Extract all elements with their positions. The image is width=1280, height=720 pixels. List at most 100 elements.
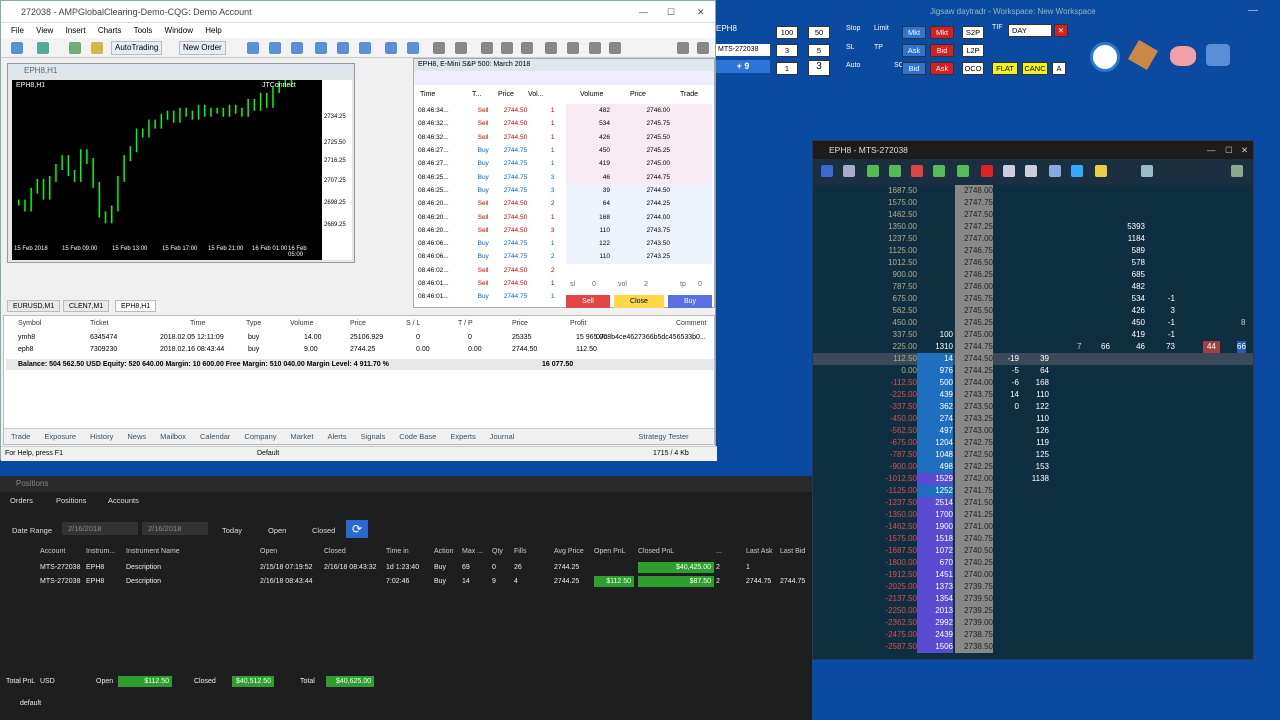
ladder-row[interactable]: 1687.50 2748.00	[813, 185, 1253, 197]
ladder-row[interactable]: -1125.00 1252 2741.75	[813, 485, 1253, 497]
menu-view[interactable]: View	[36, 23, 53, 38]
pen-icon[interactable]	[911, 165, 923, 177]
sl-radio[interactable]: SL	[846, 44, 855, 51]
book-row[interactable]: 110 2743.75	[566, 223, 712, 237]
terminal-tab[interactable]: Signals	[354, 429, 393, 444]
book-row[interactable]: 168 2744.00	[566, 210, 712, 224]
stop-radio[interactable]: Stop	[846, 25, 860, 32]
ladder-row[interactable]: -2587.50 1506 2738.50	[813, 641, 1253, 653]
ladder-row[interactable]: -2250.00 2013 2739.25	[813, 605, 1253, 617]
channel-icon[interactable]	[545, 42, 557, 54]
ladder-row[interactable]: -1462.50 1900 2741.00	[813, 521, 1253, 533]
book-row[interactable]: 534 2745.75	[566, 117, 712, 131]
terminal-tab[interactable]: Alerts	[320, 429, 353, 444]
menu-insert[interactable]: Insert	[66, 23, 86, 38]
maximize-icon[interactable]: ☐	[1225, 141, 1233, 159]
l2p-button[interactable]: L2P	[962, 44, 984, 57]
ladder-row[interactable]: -1012.50 1529 2742.00 1138	[813, 473, 1253, 485]
terminal-tab[interactable]: Code Base	[392, 429, 443, 444]
ladder-row[interactable]: -450.00 274 2743.25 110	[813, 413, 1253, 425]
book-icon[interactable]	[1003, 165, 1015, 177]
positions-col-header[interactable]: ...	[716, 548, 722, 555]
ladder-row[interactable]: -900.00 498 2742.25 153	[813, 461, 1253, 473]
search-icon[interactable]	[677, 42, 689, 54]
close-position-button[interactable]: Close	[614, 295, 664, 308]
positions-col-header[interactable]: Time in	[386, 548, 409, 555]
autotrading-button[interactable]: AutoTrading	[111, 41, 163, 55]
book-trade-cell[interactable]	[672, 157, 712, 170]
ladder-row[interactable]: -1350.00 1700 2741.25	[813, 509, 1253, 521]
terminal-tab[interactable]: Market	[284, 429, 321, 444]
close-icon[interactable]: ✕	[1241, 141, 1248, 159]
menu-charts[interactable]: Charts	[98, 23, 122, 38]
ladder-row[interactable]: 1125.00 2746.75 589	[813, 245, 1253, 257]
tab-positions[interactable]: Positions	[56, 496, 86, 505]
a-button[interactable]: A	[1052, 62, 1066, 75]
minimize-icon[interactable]: —	[1207, 141, 1216, 159]
positions-col-header[interactable]: Open PnL	[594, 548, 626, 555]
columns-icon[interactable]	[1025, 165, 1037, 177]
ladder-row[interactable]: -2025.00 1373 2739.75	[813, 581, 1253, 593]
ladder-row[interactable]: 1350.00 2747.25 5393	[813, 221, 1253, 233]
navigator-icon[interactable]	[69, 42, 81, 54]
tab-eph8[interactable]: EPH8,H1	[115, 300, 157, 312]
ladder-menu-icon[interactable]	[821, 165, 833, 177]
terminal-tab[interactable]: Exposure	[37, 429, 83, 444]
date-from-input[interactable]: 2/16/2018	[62, 522, 138, 535]
book-trade-cell[interactable]	[672, 170, 712, 183]
tab-clen7[interactable]: CLEN7,M1	[63, 300, 110, 312]
book-trade-cell[interactable]	[672, 197, 712, 210]
ladder-rows[interactable]: 1687.50 2748.00 1575.00 2747.75 1462.50 2747.…	[813, 185, 1253, 659]
ladder-row[interactable]: 1462.50 2747.50	[813, 209, 1253, 221]
zoom-out-icon[interactable]	[337, 42, 349, 54]
menu-window[interactable]: Window	[165, 23, 193, 38]
ladder-row[interactable]: 450.00 2745.25 450 -1 8	[813, 317, 1253, 329]
ladder-row[interactable]: 900.00 2746.25 685	[813, 269, 1253, 281]
tp-value[interactable]: 0	[698, 281, 702, 288]
export-icon[interactable]	[957, 165, 969, 177]
tp-radio[interactable]: TP	[874, 44, 883, 51]
green-arrow-icon[interactable]	[867, 165, 879, 177]
horizontal-line-icon[interactable]	[501, 42, 513, 54]
oco-button[interactable]: OCO	[962, 62, 984, 75]
ladder-row[interactable]: 112.50 14 2744.50 -19 39	[813, 353, 1253, 365]
account-select[interactable]: MTS-272038	[716, 44, 770, 56]
ladder-row[interactable]: -112.50 500 2744.00 -6 168	[813, 377, 1253, 389]
magnifier-icon[interactable]	[1141, 165, 1153, 177]
book-trade-cell[interactable]	[672, 237, 712, 250]
maximize-icon[interactable]: ☐	[667, 7, 675, 18]
ask-button[interactable]: Ask	[902, 44, 926, 57]
book-row[interactable]: 110 2743.25	[566, 250, 712, 264]
tif-close-icon[interactable]: ✕	[1054, 24, 1068, 37]
ladder-row[interactable]: 1237.50 2747.00 1184	[813, 233, 1253, 245]
sell-button[interactable]: Sell	[566, 295, 610, 308]
strategy-icon[interactable]	[1071, 165, 1083, 177]
positions-col-header[interactable]: Closed PnL	[638, 548, 674, 555]
book-trade-cell[interactable]	[672, 117, 712, 130]
qty-input[interactable]: 3	[808, 60, 830, 76]
menu-help[interactable]: Help	[205, 23, 221, 38]
ladder-row[interactable]: -1237.50 2514 2741.50	[813, 497, 1253, 509]
menu-file[interactable]: File	[11, 23, 24, 38]
book-row[interactable]: 426 2745.50	[566, 130, 712, 144]
positions-col-header[interactable]: Fills	[514, 548, 526, 555]
book-trade-cell[interactable]	[672, 144, 712, 157]
positions-col-header[interactable]: Instrument Name	[126, 548, 180, 555]
positions-col-header[interactable]: Qty	[492, 548, 503, 555]
bid-blue-button[interactable]: Bid	[902, 62, 926, 75]
chat-icon[interactable]	[697, 42, 709, 54]
strategy-tester-tab[interactable]: Strategy Tester	[631, 429, 695, 444]
candle-chart-icon[interactable]	[269, 42, 281, 54]
ladder-row[interactable]: -562.50 497 2743.00 126	[813, 425, 1253, 437]
qty-3[interactable]: 3	[776, 44, 798, 57]
book-row[interactable]: 64 2744.25	[566, 197, 712, 211]
ladder-row[interactable]: -337.50 362 2743.50 0 122	[813, 401, 1253, 413]
terminal-tab[interactable]: Journal	[483, 429, 522, 444]
terminal-tab[interactable]: Company	[237, 429, 283, 444]
buy-button[interactable]: Buy	[668, 295, 712, 308]
flat-button[interactable]: FLAT	[992, 62, 1018, 75]
tab-eurusd[interactable]: EURUSD,M1	[7, 300, 61, 312]
clock-icon[interactable]	[1090, 42, 1120, 72]
workspace-default[interactable]: default	[20, 700, 41, 707]
ladder-row[interactable]: 787.50 2746.00 482	[813, 281, 1253, 293]
